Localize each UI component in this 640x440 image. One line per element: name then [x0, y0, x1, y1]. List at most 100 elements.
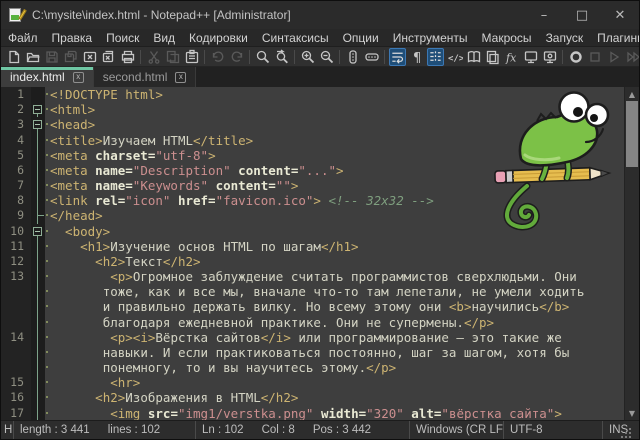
scrollbar-thumb[interactable]	[626, 101, 638, 167]
macro-run-multiple-button	[624, 48, 639, 66]
code-pane[interactable]: 1 <!DOCTYPE html> 2 <html> 3 <head> 4 <title>Из…	[1, 87, 624, 420]
cut-icon	[148, 50, 159, 64]
folder-workspace-button[interactable]	[522, 48, 539, 66]
zoom-out-button[interactable]	[318, 48, 335, 66]
fold-collapse-box[interactable]	[31, 223, 45, 239]
change-history-marker	[45, 330, 50, 345]
tab-label: index.html	[10, 70, 65, 84]
status-doc-type: H	[1, 421, 14, 439]
tab-second-html[interactable]: second.html x	[93, 67, 197, 87]
scroll-up-icon[interactable]: ▲	[625, 87, 639, 101]
line-number: 15	[1, 375, 31, 391]
editor-area[interactable]: 1 <!DOCTYPE html> 2 <html> 3 <head> 4 <title>Из…	[1, 87, 639, 420]
scroll-down-icon[interactable]: ▼	[625, 406, 639, 420]
menu-item-language[interactable]: Синтаксисы	[255, 29, 336, 46]
sync-vertical-button[interactable]	[344, 48, 361, 66]
code-text: <hr>	[110, 375, 141, 391]
maximize-button[interactable]: □	[563, 1, 601, 29]
menu-item-macro[interactable]: Макросы	[475, 29, 539, 46]
fold-margin	[31, 360, 45, 376]
menu-item-edit[interactable]: Правка	[45, 29, 100, 46]
zoom-in-button[interactable]	[299, 48, 316, 66]
macro-record-button[interactable]	[567, 48, 584, 66]
svg-text:fx: fx	[505, 51, 517, 64]
indent-guide-button[interactable]	[427, 47, 444, 66]
tab-label: second.html	[102, 70, 168, 84]
save-all-button	[62, 48, 79, 66]
file-browser-button[interactable]	[541, 48, 558, 66]
change-history-marker	[45, 375, 50, 390]
word-wrap-button[interactable]	[389, 47, 406, 66]
toolbar-separator	[204, 49, 205, 64]
change-history-marker	[45, 360, 50, 375]
fold-margin	[31, 375, 45, 391]
line-number: 3	[1, 117, 31, 133]
paste-button[interactable]	[183, 48, 200, 66]
line-number	[1, 284, 31, 300]
line-number: 17	[1, 405, 31, 420]
minimize-button[interactable]: –	[525, 1, 563, 29]
code-text: <meta charset="utf-8">	[50, 147, 216, 163]
code-line: 15 <hr>	[1, 375, 624, 391]
code-line: 16 <h2>Изображения в HTML</h2>	[1, 390, 624, 406]
code-line: 11 <h1>Изучение основ HTML по шагам</h1>	[1, 238, 624, 254]
sync-horizontal-button[interactable]	[363, 48, 380, 66]
save-button	[43, 48, 60, 66]
tab-close-icon[interactable]: x	[72, 71, 84, 83]
close-all-button[interactable]	[100, 48, 117, 66]
tab-index-html[interactable]: index.html x	[1, 67, 94, 87]
change-history-marker	[45, 102, 50, 117]
menu-item-run[interactable]: Запуск	[539, 29, 591, 46]
close-button[interactable]	[81, 48, 98, 66]
code-line: 9 </head>	[1, 208, 624, 224]
show-symbols-button[interactable]: ¶	[408, 48, 425, 66]
document-map-button[interactable]	[465, 48, 482, 66]
fold-margin	[31, 178, 45, 194]
find-icon	[256, 50, 269, 63]
status-length: length : 3 441 lines : 102	[14, 421, 196, 439]
line-number: 16	[1, 390, 31, 406]
user-language-button[interactable]: </>	[446, 48, 463, 66]
menu-item-tools[interactable]: Инструменты	[386, 29, 475, 46]
menu-item-file[interactable]: Файл	[1, 29, 45, 46]
fold-margin	[31, 390, 45, 406]
code-text: <meta name="Description" content="...">	[50, 162, 344, 178]
document-list-icon	[486, 50, 499, 64]
vertical-scrollbar[interactable]: ▲ ▼	[624, 87, 639, 420]
menu-item-settings[interactable]: Опции	[336, 29, 386, 46]
document-list-button[interactable]	[484, 48, 501, 66]
change-history-marker	[45, 390, 50, 405]
code-text: и правильно держать вилку. Но всему этом…	[102, 299, 570, 315]
menu-item-plugins[interactable]: Плагины	[590, 29, 639, 46]
code-line: 8 <link rel="icon" href="favicon.ico"> <!…	[1, 193, 624, 209]
open-file-button[interactable]	[24, 48, 41, 66]
fold-collapse-box[interactable]	[31, 117, 45, 133]
fold-collapse-box[interactable]	[31, 102, 45, 118]
menu-item-view[interactable]: Вид	[146, 29, 182, 46]
change-history-marker	[45, 87, 50, 102]
code-line: 10 <body>	[1, 223, 624, 239]
tab-bar: index.html x second.html x	[1, 67, 639, 87]
code-text: <link rel="icon" href="favicon.ico"> <!-…	[50, 193, 434, 209]
new-file-button[interactable]	[5, 48, 22, 66]
copy-icon	[166, 50, 179, 63]
close-button[interactable]: ✕	[601, 1, 639, 29]
title-bar: C:\mysite\index.html - Notepad++ [Admini…	[1, 1, 639, 29]
resize-grip[interactable]	[628, 428, 631, 438]
code-line: 17 <img src="img1/verstka.png" width="320…	[1, 405, 624, 420]
code-line: 13 <p>Огромное заблуждение считать програ…	[1, 269, 624, 285]
tab-close-icon[interactable]: x	[175, 71, 187, 83]
print-icon	[121, 50, 134, 63]
toolbar: ¶ </> fx	[1, 47, 639, 67]
line-number	[1, 360, 31, 376]
paste-icon	[185, 49, 198, 63]
macro-record-icon	[569, 50, 582, 63]
code-text: <!DOCTYPE html>	[50, 87, 163, 102]
find-button[interactable]	[254, 48, 271, 66]
menu-item-encoding[interactable]: Кодировки	[182, 29, 255, 46]
change-history-marker	[45, 163, 50, 178]
function-list-button[interactable]: fx	[503, 48, 520, 66]
menu-item-search[interactable]: Поиск	[99, 29, 146, 46]
print-button[interactable]	[119, 48, 136, 66]
replace-button[interactable]	[273, 48, 290, 66]
